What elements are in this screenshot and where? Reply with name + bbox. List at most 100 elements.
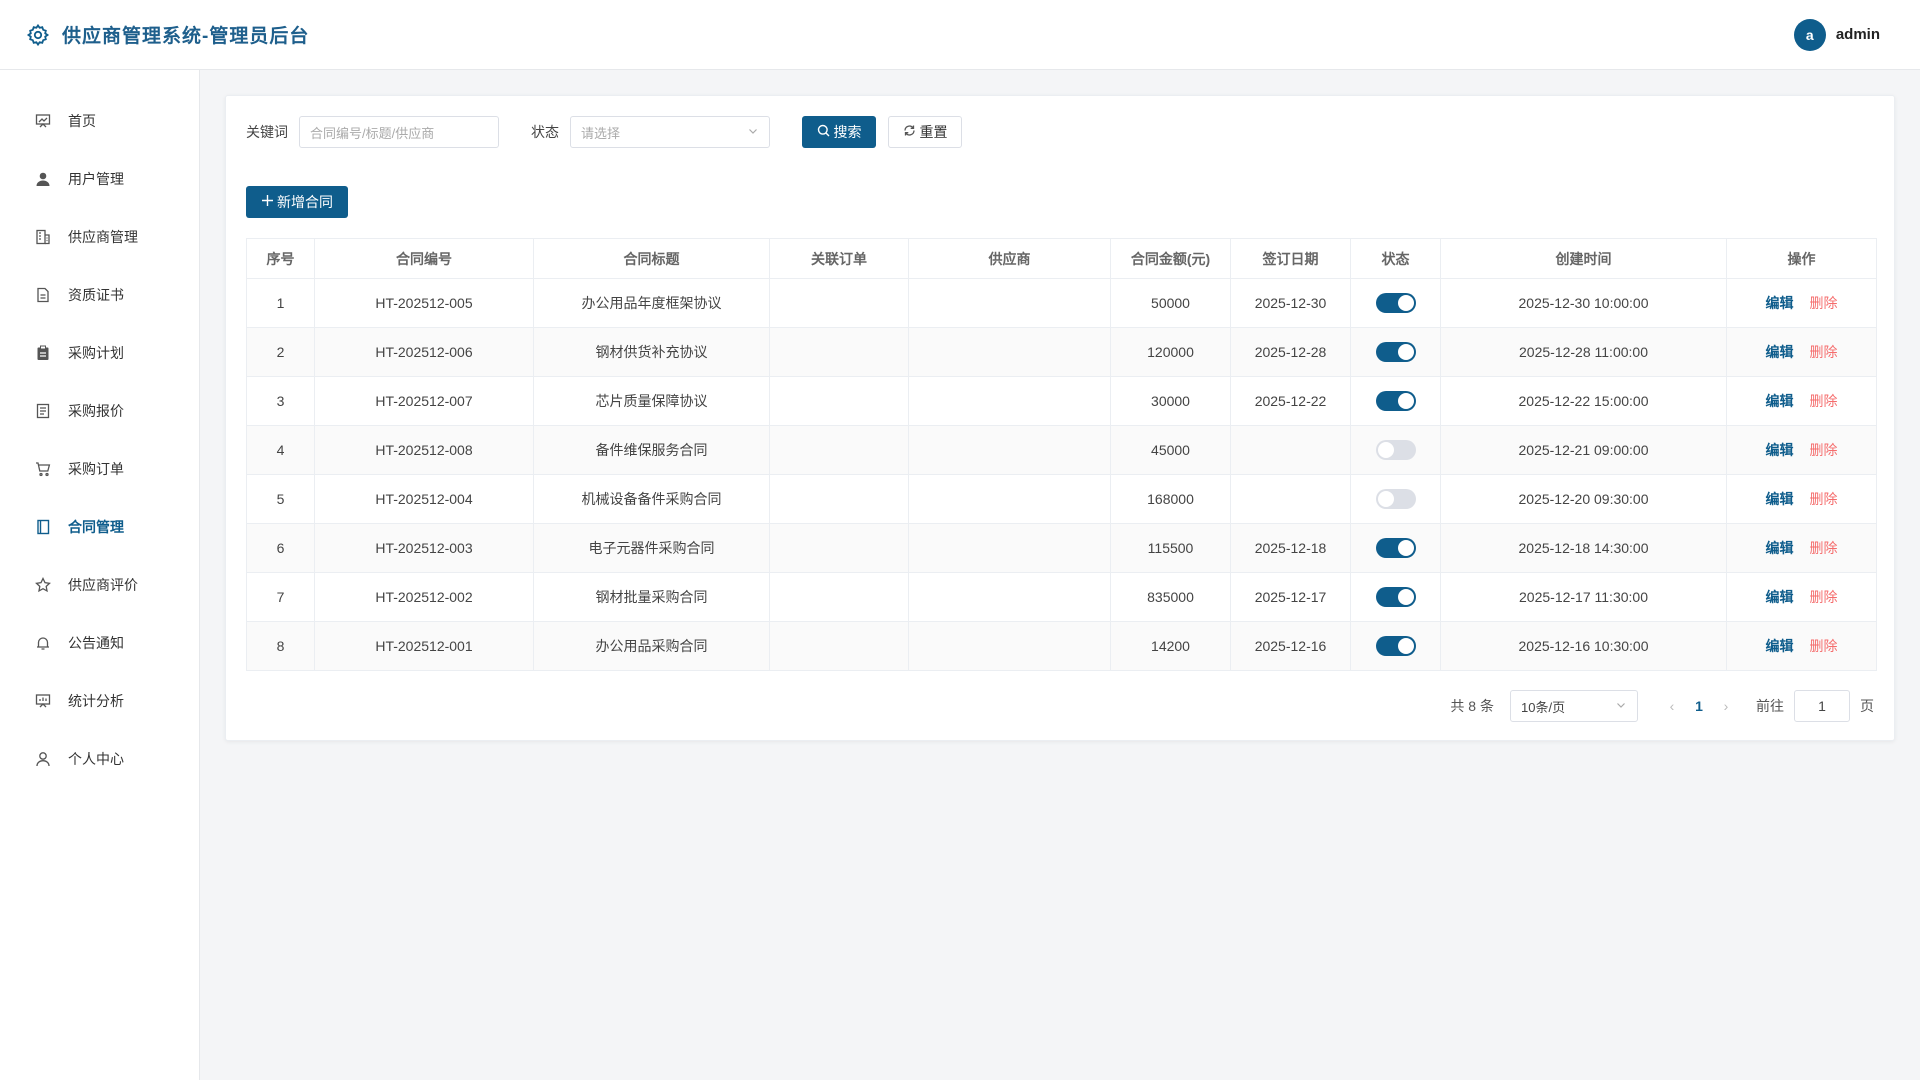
delete-button[interactable]: 删除 bbox=[1810, 589, 1838, 605]
sign-date-cell bbox=[1230, 425, 1351, 475]
next-page-icon[interactable]: › bbox=[1714, 698, 1738, 714]
toggle-knob bbox=[1397, 295, 1414, 311]
sidebar-item-statistics[interactable]: 统计分析 bbox=[0, 672, 199, 730]
sidebar-item-purchase-order[interactable]: 采购订单 bbox=[0, 440, 199, 498]
contract-table: 序号 合同编号 合同标题 关联订单 供应商 合同金额(元) 签订日期 状态 创建… bbox=[246, 238, 1877, 671]
sidebar-item-label: 公告通知 bbox=[68, 635, 124, 651]
delete-button[interactable]: 删除 bbox=[1810, 344, 1838, 360]
actions-cell: 编辑 删除 bbox=[1726, 327, 1877, 377]
search-button-label: 搜索 bbox=[833, 124, 862, 140]
related-order-cell bbox=[769, 327, 909, 377]
actions-cell: 编辑 删除 bbox=[1726, 621, 1877, 671]
sidebar-item-users[interactable]: 用户管理 bbox=[0, 150, 199, 208]
status-toggle[interactable] bbox=[1375, 293, 1416, 313]
status-cell bbox=[1350, 474, 1441, 524]
sidebar-item-notices[interactable]: 公告通知 bbox=[0, 614, 199, 672]
status-cell bbox=[1350, 523, 1441, 573]
table-row: 5 HT-202512-004 机械设备备件采购合同 168000 2025-12-20… bbox=[246, 474, 1877, 524]
supplier-cell bbox=[908, 523, 1111, 573]
reset-button[interactable]: 重置 bbox=[888, 116, 962, 148]
status-cell bbox=[1350, 572, 1441, 622]
contract-code-cell: HT-202512-003 bbox=[314, 523, 534, 573]
row-index-cell: 1 bbox=[246, 278, 315, 328]
table-row: 3 HT-202512-007 芯片质量保障协议 30000 2025-12-22 202… bbox=[246, 376, 1877, 426]
prev-page-icon[interactable]: ‹ bbox=[1660, 698, 1684, 714]
edit-button[interactable]: 编辑 bbox=[1766, 638, 1794, 654]
related-order-cell bbox=[769, 376, 909, 426]
keyword-input[interactable]: 合同编号/标题/供应商 bbox=[299, 116, 499, 148]
username[interactable]: admin bbox=[1836, 26, 1880, 43]
chevron-down-icon bbox=[747, 125, 759, 140]
contract-code-cell: HT-202512-004 bbox=[314, 474, 534, 524]
related-order-cell bbox=[769, 425, 909, 475]
delete-button[interactable]: 删除 bbox=[1810, 295, 1838, 311]
row-index-cell: 7 bbox=[246, 572, 315, 622]
sidebar-item-purchase-plan[interactable]: 采购计划 bbox=[0, 324, 199, 382]
related-order-cell bbox=[769, 523, 909, 573]
sign-date-cell: 2025-12-30 bbox=[1230, 278, 1351, 328]
sidebar-item-evaluation[interactable]: 供应商评价 bbox=[0, 556, 199, 614]
column-header: 关联订单 bbox=[769, 238, 909, 279]
created-time-cell: 2025-12-18 14:30:00 bbox=[1440, 523, 1727, 573]
sidebar-item-home[interactable]: 首页 bbox=[0, 92, 199, 150]
status-toggle[interactable] bbox=[1375, 489, 1416, 509]
sidebar-item-suppliers[interactable]: 供应商管理 bbox=[0, 208, 199, 266]
data-board-icon bbox=[34, 692, 52, 710]
status-toggle[interactable] bbox=[1375, 391, 1416, 411]
table-row: 7 HT-202512-002 钢材批量采购合同 835000 2025-12-17 20… bbox=[246, 572, 1877, 622]
status-toggle[interactable] bbox=[1375, 587, 1416, 607]
shopping-cart-icon bbox=[34, 460, 52, 478]
user-menu[interactable]: a admin bbox=[1793, 18, 1880, 51]
avatar[interactable]: a bbox=[1793, 18, 1826, 51]
page-size-select[interactable]: 10条/页 bbox=[1510, 690, 1638, 722]
amount-cell: 115500 bbox=[1110, 523, 1231, 573]
created-time-cell: 2025-12-22 15:00:00 bbox=[1440, 376, 1727, 426]
sign-date-cell: 2025-12-28 bbox=[1230, 327, 1351, 377]
column-header: 合同标题 bbox=[533, 238, 770, 279]
contract-title-cell: 办公用品采购合同 bbox=[533, 621, 770, 671]
edit-button[interactable]: 编辑 bbox=[1766, 491, 1794, 507]
add-contract-button[interactable]: 新增合同 bbox=[246, 186, 348, 218]
delete-button[interactable]: 删除 bbox=[1810, 540, 1838, 556]
sidebar-item-label: 合同管理 bbox=[68, 519, 124, 535]
gear-icon bbox=[26, 23, 50, 47]
amount-cell: 120000 bbox=[1110, 327, 1231, 377]
edit-button[interactable]: 编辑 bbox=[1766, 442, 1794, 458]
search-button[interactable]: 搜索 bbox=[802, 116, 876, 148]
sidebar-item-quotation[interactable]: 采购报价 bbox=[0, 382, 199, 440]
top-header: 供应商管理系统-管理员后台 a admin bbox=[0, 0, 1920, 70]
contract-code-cell: HT-202512-006 bbox=[314, 327, 534, 377]
goto-page-input[interactable]: 1 bbox=[1794, 690, 1850, 722]
edit-button[interactable]: 编辑 bbox=[1766, 589, 1794, 605]
contract-title-cell: 机械设备备件采购合同 bbox=[533, 474, 770, 524]
status-toggle[interactable] bbox=[1375, 440, 1416, 460]
delete-button[interactable]: 删除 bbox=[1810, 638, 1838, 654]
status-select[interactable]: 请选择 bbox=[570, 116, 770, 148]
created-time-cell: 2025-12-16 10:30:00 bbox=[1440, 621, 1727, 671]
delete-button[interactable]: 删除 bbox=[1810, 393, 1838, 409]
edit-button[interactable]: 编辑 bbox=[1766, 344, 1794, 360]
document-icon bbox=[34, 286, 52, 304]
table-body: 1 HT-202512-005 办公用品年度框架协议 50000 2025-12-30 2… bbox=[246, 278, 1877, 671]
edit-button[interactable]: 编辑 bbox=[1766, 295, 1794, 311]
sidebar-item-contracts[interactable]: 合同管理 bbox=[0, 498, 199, 556]
status-toggle[interactable] bbox=[1375, 342, 1416, 362]
table-row: 4 HT-202512-008 备件维保服务合同 45000 2025-12-21 09… bbox=[246, 425, 1877, 475]
amount-cell: 168000 bbox=[1110, 474, 1231, 524]
sign-date-cell: 2025-12-17 bbox=[1230, 572, 1351, 622]
sidebar-item-profile[interactable]: 个人中心 bbox=[0, 730, 199, 788]
sidebar-item-certificates[interactable]: 资质证书 bbox=[0, 266, 199, 324]
delete-button[interactable]: 删除 bbox=[1810, 442, 1838, 458]
reset-button-label: 重置 bbox=[919, 124, 948, 140]
sidebar-item-label: 采购订单 bbox=[68, 461, 124, 477]
page-number[interactable]: 1 bbox=[1684, 698, 1714, 714]
status-toggle[interactable] bbox=[1375, 636, 1416, 656]
edit-button[interactable]: 编辑 bbox=[1766, 540, 1794, 556]
status-toggle[interactable] bbox=[1375, 538, 1416, 558]
sign-date-cell: 2025-12-16 bbox=[1230, 621, 1351, 671]
edit-button[interactable]: 编辑 bbox=[1766, 393, 1794, 409]
notebook-icon bbox=[34, 518, 52, 536]
delete-button[interactable]: 删除 bbox=[1810, 491, 1838, 507]
table-row: 8 HT-202512-001 办公用品采购合同 14200 2025-12-16 202… bbox=[246, 621, 1877, 671]
row-index-cell: 4 bbox=[246, 425, 315, 475]
